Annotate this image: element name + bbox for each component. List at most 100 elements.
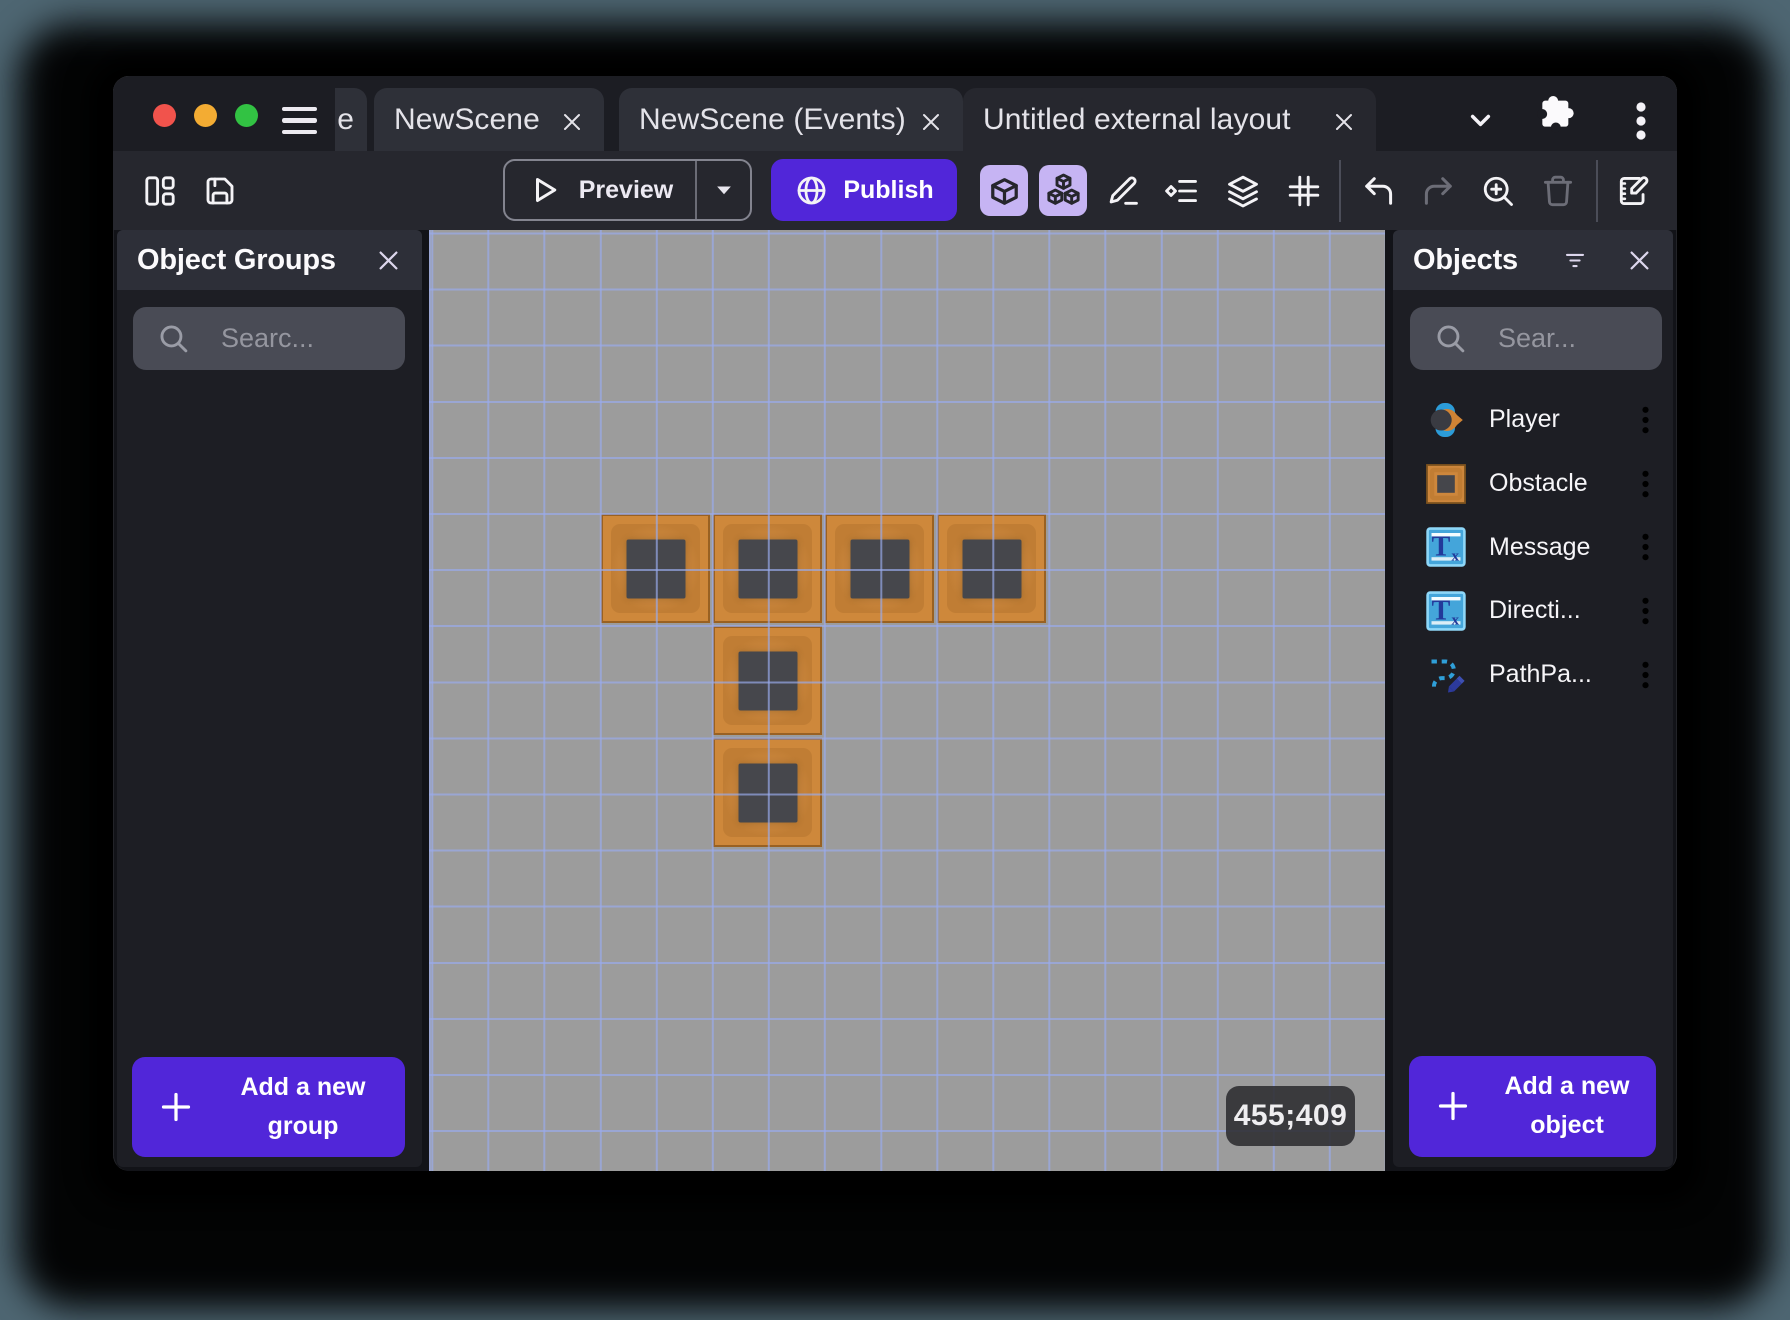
redo-icon[interactable] — [1421, 173, 1457, 209]
path-icon — [1426, 655, 1466, 695]
toolbar: Preview Publish — [113, 151, 1677, 230]
publish-label: Publish — [843, 175, 934, 204]
puzzle-icon[interactable] — [1537, 93, 1577, 133]
layout-panels-icon[interactable] — [142, 173, 178, 209]
object-label: Player — [1489, 405, 1560, 434]
undo-icon[interactable] — [1360, 173, 1396, 209]
add-group-label: Add a new group — [201, 1068, 405, 1146]
toolbar-separator — [1339, 160, 1341, 222]
object-label: Directi... — [1489, 596, 1581, 625]
close-tab-icon[interactable] — [919, 108, 943, 132]
object-groups-panel: Object Groups Add a new group — [117, 230, 422, 1167]
close-tab-icon[interactable] — [560, 108, 584, 132]
svg-text:x: x — [1452, 612, 1460, 628]
player-icon — [1426, 400, 1466, 440]
kebab-icon[interactable] — [1641, 406, 1650, 434]
publish-button[interactable]: Publish — [771, 159, 957, 221]
object-row[interactable]: Obstacle — [1393, 452, 1673, 516]
notebook-edit-icon[interactable] — [1615, 173, 1651, 209]
search-icon — [157, 322, 190, 355]
tab-label: Untitled external layout — [983, 103, 1291, 136]
add-object-label: Add a new object — [1478, 1067, 1656, 1145]
svg-text:T: T — [1432, 532, 1451, 563]
tab-strip: e NewScene NewScene (Events) Untitled ex… — [335, 88, 1475, 152]
object-label: PathPa... — [1489, 660, 1592, 689]
add-object-button[interactable]: Add a new object — [1409, 1055, 1656, 1157]
preview-label: Preview — [578, 175, 674, 204]
plus-icon — [1436, 1089, 1470, 1123]
kebab-icon[interactable] — [1641, 597, 1650, 625]
filter-icon[interactable] — [1563, 247, 1587, 274]
svg-text:T: T — [1432, 595, 1451, 626]
search-icon — [1434, 322, 1467, 355]
svg-text:x: x — [1452, 549, 1460, 565]
cubes-icon[interactable] — [1039, 165, 1087, 216]
objects-list: Player Obstacle Tx Message Tx Directi...… — [1393, 388, 1673, 706]
dropdown-arrow-icon — [709, 175, 739, 205]
kebab-icon[interactable] — [1641, 661, 1650, 689]
close-icon[interactable] — [1626, 247, 1653, 274]
add-object-label-2: object — [1530, 1111, 1604, 1139]
tab-untitled-external-layout[interactable]: Untitled external layout — [963, 88, 1376, 152]
cube-icon[interactable] — [980, 165, 1028, 216]
preview-button[interactable]: Preview — [503, 159, 752, 221]
grid-overlay — [429, 230, 1385, 1171]
object-row[interactable]: Tx Directi... — [1393, 579, 1673, 643]
object-groups-header: Object Groups — [117, 230, 422, 290]
close-icon[interactable] — [375, 247, 402, 274]
close-window-button[interactable] — [153, 104, 176, 127]
toolbar-separator — [1596, 160, 1598, 222]
obstacle-icon — [1426, 463, 1466, 504]
object-label: Obstacle — [1489, 469, 1588, 498]
tab-newscene-events-[interactable]: NewScene (Events) — [619, 88, 963, 152]
add-group-label-2: group — [267, 1111, 339, 1140]
objects-search[interactable] — [1410, 307, 1662, 370]
object-groups-title: Object Groups — [137, 243, 336, 276]
close-tab-icon[interactable] — [1332, 108, 1356, 132]
plus-icon — [159, 1090, 193, 1124]
tab-newscene[interactable]: NewScene — [374, 88, 604, 152]
add-object-label-1: Add a new — [1504, 1072, 1630, 1100]
layers-icon[interactable] — [1225, 173, 1261, 209]
text-object-icon: Tx — [1426, 591, 1466, 631]
objects-panel: Objects Player Obstacle Tx Message Tx Di… — [1393, 230, 1673, 1167]
globe-icon — [794, 173, 829, 208]
object-row[interactable]: PathPa... — [1393, 643, 1673, 707]
titlebar-right-icons — [1437, 76, 1677, 151]
zoom-window-button[interactable] — [235, 104, 258, 127]
tab-label: NewScene (Events) — [639, 103, 906, 136]
preview-dropdown-button[interactable] — [697, 175, 750, 205]
object-label: Message — [1489, 532, 1591, 561]
save-icon[interactable] — [202, 173, 238, 209]
instances-list-icon[interactable] — [1164, 173, 1200, 209]
kebab-icon[interactable] — [1636, 102, 1646, 140]
minimize-window-button[interactable] — [194, 104, 217, 127]
chevron-down-icon[interactable] — [1466, 106, 1495, 132]
kebab-icon[interactable] — [1641, 470, 1650, 498]
add-group-button[interactable]: Add a new group — [132, 1056, 405, 1157]
preview-label-group: Preview — [505, 172, 695, 208]
objects-search-input[interactable] — [1498, 323, 1637, 354]
object-row[interactable]: Tx Message — [1393, 515, 1673, 579]
menu-hamburger-icon[interactable] — [282, 107, 317, 134]
objects-title: Objects — [1413, 243, 1518, 276]
object-row[interactable]: Player — [1393, 388, 1673, 452]
grid-icon[interactable] — [1286, 173, 1322, 209]
trash-icon[interactable] — [1540, 173, 1576, 209]
kebab-icon[interactable] — [1641, 533, 1650, 561]
objects-header: Objects — [1393, 230, 1673, 290]
cursor-coordinates-badge: 455;409 — [1226, 1086, 1355, 1146]
add-group-label-1: Add a new — [240, 1072, 366, 1101]
content-area: Object Groups Add a new group 455;409 — [117, 230, 1673, 1171]
tab-overflow[interactable]: e — [335, 88, 367, 152]
object-groups-search-input[interactable] — [221, 323, 371, 354]
play-icon — [527, 172, 563, 208]
object-groups-search[interactable] — [133, 307, 405, 370]
pen-line-icon[interactable] — [1106, 173, 1142, 209]
tab-overflow-label: e — [337, 103, 354, 136]
zoom-in-icon[interactable] — [1480, 173, 1516, 209]
scene-canvas[interactable]: 455;409 — [429, 230, 1385, 1171]
text-object-icon: Tx — [1426, 527, 1466, 567]
app-window: e NewScene NewScene (Events) Untitled ex… — [113, 76, 1677, 1171]
tab-label: NewScene — [394, 103, 540, 136]
